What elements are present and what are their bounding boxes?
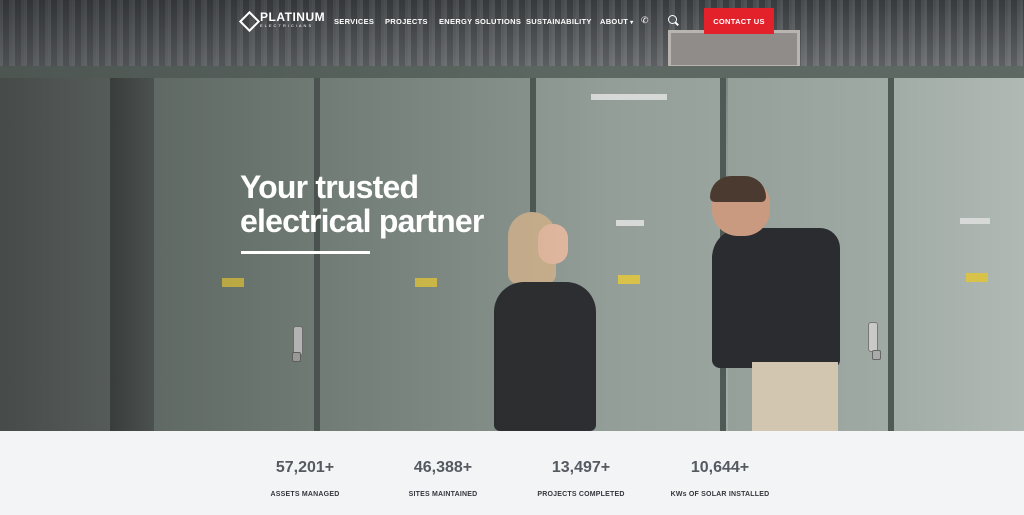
logo-subtitle: ELECTRICIANS <box>260 23 314 28</box>
logo-text: PLATINUM ELECTRICIANS <box>260 11 325 28</box>
search-icon[interactable] <box>668 15 677 24</box>
logo-diamond-icon <box>240 12 256 28</box>
stat-label: KWs OF SOLAR INSTALLED <box>670 491 770 498</box>
stats-bar: 57,201+ ASSETS MANAGED 46,388+ SITES MAI… <box>0 431 1024 515</box>
hero-section: Your trusted electrical partner <box>0 0 1024 431</box>
phone-icon[interactable]: ✆ <box>641 15 651 27</box>
nav-services[interactable]: SERVICES <box>334 17 374 26</box>
nav-projects[interactable]: PROJECTS <box>385 17 428 26</box>
contact-us-button[interactable]: CONTACT US <box>704 8 774 34</box>
logo-name: PLATINUM <box>260 10 326 24</box>
stat-label: SITES MAINTAINED <box>408 491 478 498</box>
headline-underline <box>241 251 370 254</box>
site-header: PLATINUM ELECTRICIANS SERVICES PROJECTS … <box>0 0 1024 44</box>
chevron-down-icon: ▾ <box>630 20 634 26</box>
stat-value: 10,644+ <box>690 459 750 476</box>
nav-energy-solutions[interactable]: ENERGY SOLUTIONS <box>439 17 521 26</box>
stat-value: 13,497+ <box>551 459 611 476</box>
platinum-logo[interactable]: PLATINUM ELECTRICIANS <box>240 11 325 28</box>
headline-line-2: electrical partner <box>240 203 484 239</box>
hero-overlay <box>0 0 1024 431</box>
stat-value: 46,388+ <box>413 459 473 476</box>
nav-about-label: ABOUT <box>600 17 629 26</box>
nav-about[interactable]: ABOUT ▾ <box>600 17 633 26</box>
stat-value: 57,201+ <box>275 459 335 476</box>
headline-line-1: Your trusted <box>240 169 419 205</box>
hero-headline: Your trusted electrical partner <box>240 170 484 238</box>
nav-sustainability[interactable]: SUSTAINABILITY <box>526 17 592 26</box>
stat-label: PROJECTS COMPLETED <box>537 491 625 498</box>
stat-label: ASSETS MANAGED <box>270 491 340 498</box>
